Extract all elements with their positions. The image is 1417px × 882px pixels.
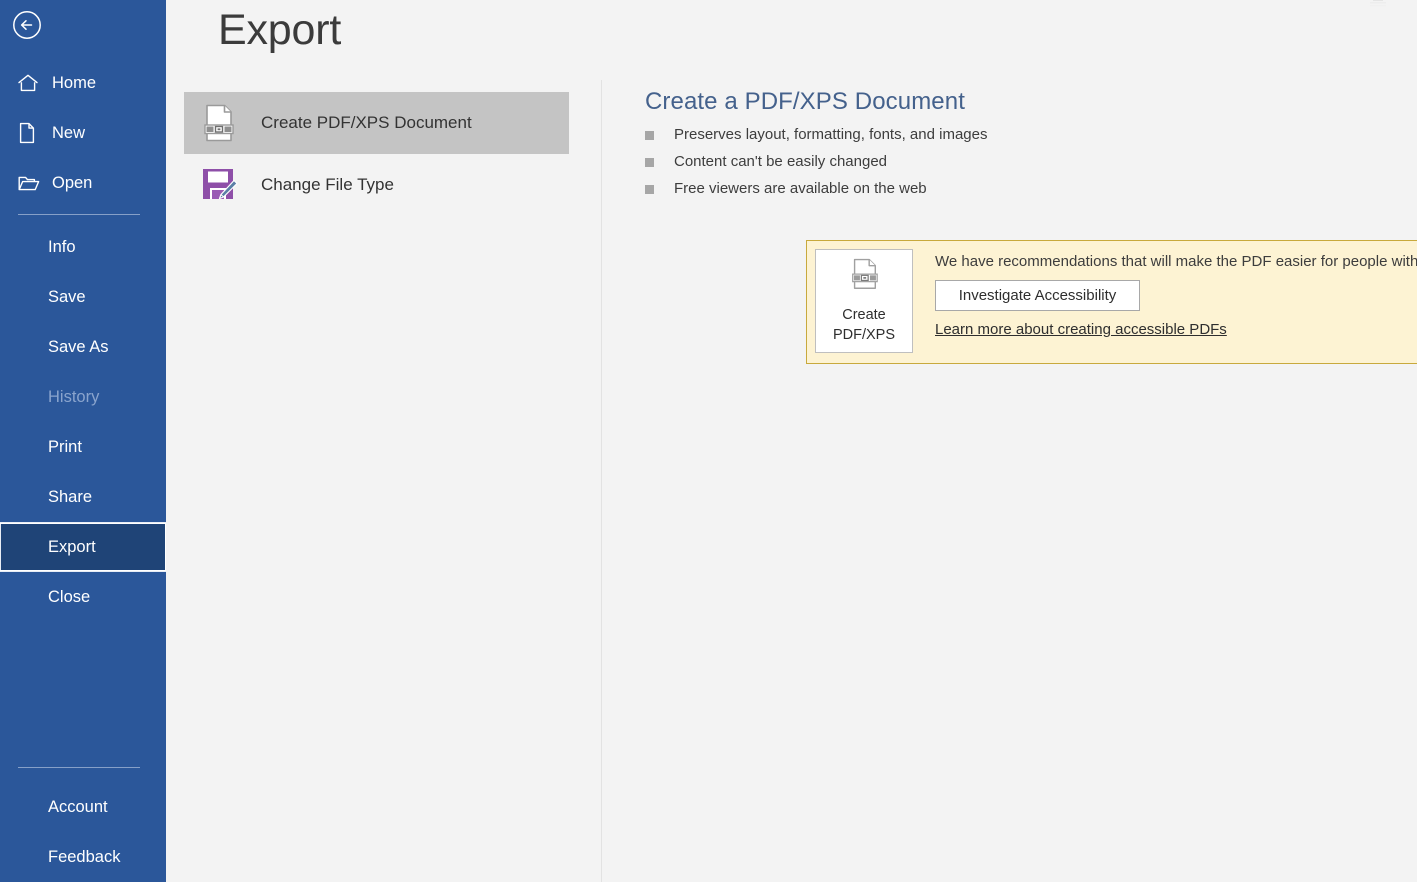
sidebar-item-label: Close — [48, 589, 90, 606]
sidebar-item-label: Info — [48, 239, 76, 256]
new-document-icon — [17, 121, 43, 145]
sidebar-item-save-as[interactable]: Save As — [0, 322, 166, 372]
square-bullet-icon — [645, 131, 654, 140]
option-change-file-type[interactable]: Change File Type — [184, 154, 569, 216]
sidebar-item-label: Feedback — [48, 849, 120, 866]
sidebar-divider-bottom — [18, 767, 140, 768]
sidebar-item-feedback[interactable]: Feedback — [0, 832, 166, 882]
backstage-sidebar: Home New Open — [0, 0, 166, 882]
window-control-ghost-icon[interactable] — [1367, 0, 1389, 10]
sidebar-item-label: Export — [48, 539, 96, 556]
square-bullet-icon — [645, 185, 654, 194]
learn-more-accessible-pdfs-link[interactable]: Learn more about creating accessible PDF… — [935, 321, 1227, 338]
bullet-text: Content can't be easily changed — [674, 153, 887, 172]
sidebar-item-label: Home — [52, 75, 96, 92]
backstage-view: Home New Open — [0, 0, 1417, 882]
bullet-text: Free viewers are available on the web — [674, 180, 927, 199]
sidebar-item-label: Account — [48, 799, 108, 816]
sidebar-item-label: Print — [48, 439, 82, 456]
square-bullet-icon — [645, 158, 654, 167]
sidebar-item-account[interactable]: Account — [0, 782, 166, 832]
list-item: Content can't be easily changed — [645, 153, 1417, 172]
back-arrow-icon[interactable] — [11, 9, 43, 41]
create-pdf-xps-button[interactable]: Create PDF/XPS — [815, 249, 913, 353]
sidebar-item-print[interactable]: Print — [0, 422, 166, 472]
bullet-text: Preserves layout, formatting, fonts, and… — [674, 126, 987, 145]
sidebar-item-open[interactable]: Open — [0, 158, 166, 208]
detail-title: Create a PDF/XPS Document — [645, 88, 1417, 116]
panel-divider — [601, 80, 602, 882]
sidebar-primary-nav: Home New Open — [0, 58, 166, 221]
sidebar-item-new[interactable]: New — [0, 108, 166, 158]
sidebar-item-close[interactable]: Close — [0, 572, 166, 622]
option-label: Change File Type — [261, 175, 394, 195]
home-icon — [17, 71, 43, 95]
sidebar-divider-top — [18, 214, 140, 215]
sidebar-item-label: Save — [48, 289, 86, 306]
option-create-pdf-xps-document[interactable]: Create PDF/XPS Document — [184, 92, 569, 154]
pdf-document-icon — [196, 100, 242, 146]
sidebar-item-label: New — [52, 125, 85, 142]
export-detail-pane: Create a PDF/XPS Document Preserves layo… — [645, 88, 1417, 206]
sidebar-item-share[interactable]: Share — [0, 472, 166, 522]
create-button-label-line2: PDF/XPS — [833, 327, 895, 343]
sidebar-item-label: Share — [48, 489, 92, 506]
sidebar-item-info[interactable]: Info — [0, 222, 166, 272]
detail-bullet-list: Preserves layout, formatting, fonts, and… — [645, 126, 1417, 198]
notice-message: We have recommendations that will make t… — [935, 253, 1417, 270]
notice-body: We have recommendations that will make t… — [913, 241, 1417, 339]
open-folder-icon — [17, 171, 43, 195]
sidebar-item-home[interactable]: Home — [0, 58, 166, 108]
accessibility-notice-panel: Create PDF/XPS We have recommendations t… — [806, 240, 1417, 364]
sidebar-item-save[interactable]: Save — [0, 272, 166, 322]
create-button-label: Create PDF/XPS — [833, 306, 895, 345]
backstage-main: Export — [166, 0, 1417, 882]
page-title: Export — [218, 6, 341, 55]
sidebar-item-label: Save As — [48, 339, 109, 356]
sidebar-item-label: Open — [52, 175, 92, 192]
sidebar-item-history: History — [0, 372, 166, 422]
sidebar-item-label: History — [48, 389, 99, 406]
sidebar-item-export[interactable]: Export — [0, 522, 166, 572]
create-button-label-line1: Create — [842, 307, 886, 323]
pdf-document-icon — [848, 257, 880, 300]
investigate-accessibility-button[interactable]: Investigate Accessibility — [935, 280, 1140, 311]
list-item: Preserves layout, formatting, fonts, and… — [645, 126, 1417, 145]
floppy-pencil-icon — [196, 162, 242, 208]
option-label: Create PDF/XPS Document — [261, 113, 472, 133]
sidebar-footer-nav: Account Feedback — [0, 767, 166, 882]
export-options-list: Create PDF/XPS Document Change File Type — [184, 92, 569, 216]
sidebar-secondary-nav: Info Save Save As History Print Share Ex… — [0, 222, 166, 622]
list-item: Free viewers are available on the web — [645, 180, 1417, 199]
